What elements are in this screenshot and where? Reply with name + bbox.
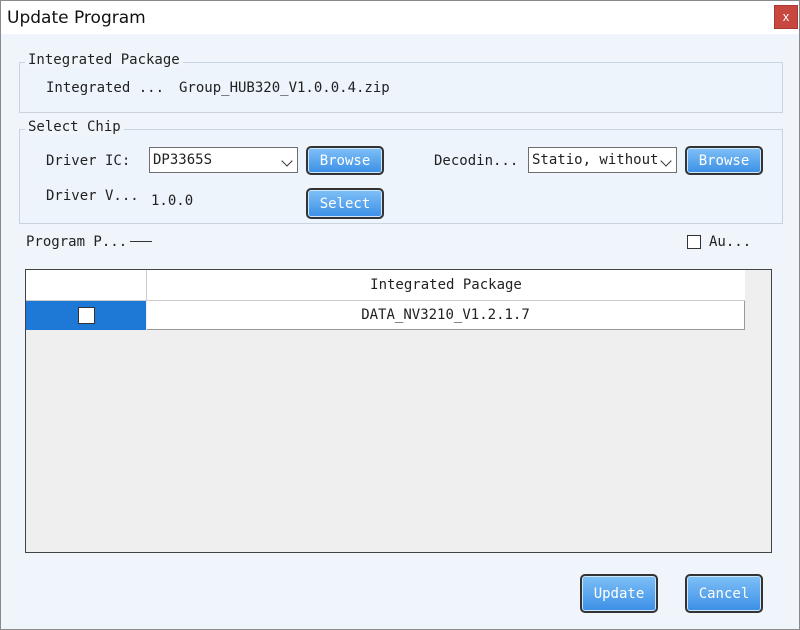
auto-checkbox-label: Au...	[709, 234, 752, 250]
integrated-package-filename: Group_HUB320_V1.0.0.4.zip	[179, 80, 390, 96]
driver-ic-label: Driver IC:	[46, 153, 131, 169]
browse-driver-button[interactable]: Browse	[306, 146, 384, 175]
integrated-package-label: Integrated ...	[46, 80, 165, 96]
chevron-down-icon	[660, 155, 672, 167]
browse-decoding-button[interactable]: Browse	[685, 146, 763, 175]
integrated-package-legend: Integrated Package	[25, 52, 183, 68]
decoding-value: Statio, without	[532, 152, 659, 168]
driver-version-label: Driver V...	[46, 188, 139, 204]
table-header-integrated-package[interactable]: Integrated Package	[147, 270, 745, 301]
close-button[interactable]: x	[774, 5, 798, 29]
driver-version-value: 1.0.0	[151, 193, 194, 209]
driver-ic-value: DP3365S	[153, 152, 213, 168]
update-program-dialog: Update Program x Integrated Package Inte…	[0, 0, 800, 630]
auto-checkbox[interactable]	[687, 235, 701, 249]
package-table: Integrated Package DATA_NV3210_V1.2.1.7	[25, 269, 772, 553]
table-row-selector[interactable]	[26, 301, 146, 330]
cancel-button[interactable]: Cancel	[685, 574, 763, 613]
driver-ic-dropdown[interactable]: DP3365S	[149, 147, 298, 173]
program-label: Program P...	[26, 234, 128, 250]
window-title: Update Program	[7, 8, 146, 28]
update-button[interactable]: Update	[580, 574, 658, 613]
chevron-down-icon	[281, 155, 293, 167]
table-header-select-column[interactable]	[26, 270, 147, 301]
program-progress-line	[130, 241, 152, 242]
row-checkbox[interactable]	[78, 307, 95, 324]
decoding-label: Decodin...	[434, 153, 519, 169]
select-chip-group	[19, 129, 783, 224]
select-chip-legend: Select Chip	[25, 119, 124, 135]
title-bar: Update Program x	[1, 1, 799, 34]
table-row-package-name[interactable]: DATA_NV3210_V1.2.1.7	[147, 301, 745, 330]
select-button[interactable]: Select	[306, 188, 384, 219]
decoding-dropdown[interactable]: Statio, without	[528, 147, 677, 173]
